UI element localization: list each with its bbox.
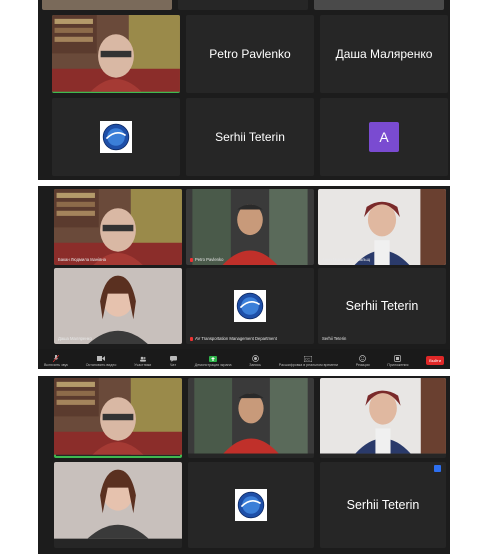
record-button[interactable]: Запись [249,355,261,369]
university-logo-icon [234,289,266,323]
unmute-button[interactable]: Включить звук [44,355,68,369]
participants-icon [139,355,147,362]
apps-button[interactable]: Приложения [387,355,408,369]
participant-label: Анна Михайлівна Вальщ [322,257,371,262]
video-tile[interactable] [178,0,308,10]
captions-icon: CC [304,355,313,362]
muted-mic-icon [190,336,193,341]
participant-label: Serhii Teterin [322,336,347,341]
chat-button[interactable]: Чат [169,355,177,369]
apps-icon [394,355,402,362]
participant-avatar: A [369,122,399,152]
video-tile-speaker[interactable] [54,378,182,458]
participant-name: Serhii Teterin [215,130,285,144]
participant-label: Бакан Людмила Іванівна [58,257,106,262]
university-logo-icon [100,120,132,154]
participant-video [54,268,182,344]
reactions-button[interactable]: Реакции [356,355,370,369]
reactions-icon [359,355,367,362]
video-tile-speaker[interactable] [52,15,180,93]
participant-tile[interactable]: Serhii Teterin [186,98,314,176]
participant-tile[interactable]: Serhii Teterin Serhii Teterin [318,268,446,344]
video-tile-speaker[interactable]: Бакан Людмила Іванівна [54,189,182,265]
video-tile[interactable]: Анна Михайлівна Вальщ [318,189,446,265]
tile-options-icon[interactable] [434,465,441,472]
video-tile[interactable] [320,378,446,458]
participant-name: Petro Pavlenko [209,47,291,61]
leave-meeting-button[interactable]: Выйти [426,356,444,365]
participant-video [188,378,314,454]
video-tile[interactable]: Даша Маляренко [54,268,182,344]
participant-name: Даша Маляренко [335,47,433,61]
participant-video [318,189,446,265]
participants-button[interactable]: Участники [134,355,151,369]
participant-tile[interactable] [52,98,180,176]
participant-label: AV Transportation Management Department [190,336,277,341]
participant-video [42,0,172,10]
meeting-screenshot-2: Бакан Людмила Іванівна Petro Pavlenko Ан… [38,186,450,369]
stop-video-button[interactable]: Остановить видео [86,355,116,369]
video-tile[interactable]: Petro Pavlenko [186,189,314,265]
participant-tile[interactable]: Petro Pavlenko [186,15,314,93]
participant-video [320,378,446,454]
meeting-screenshot-1: Petro Pavlenko Даша Маляренко Serhii Tet… [38,0,450,180]
meeting-toolbar: Включить звук Остановить видео Участники… [38,349,450,369]
university-logo-icon [235,487,267,523]
mic-icon [52,355,60,362]
muted-mic-icon [190,257,193,262]
participant-name: Serhii Teterin [346,498,420,512]
participant-video [54,462,182,539]
live-transcript-button[interactable]: CC Расшифровка в реальном времени [279,355,338,369]
participant-tile[interactable]: AV Transportation Management Department [186,268,314,344]
participant-tile[interactable]: Serhii Teterin [320,462,446,548]
participant-tile[interactable]: A [320,98,448,176]
meeting-screenshot-3: Serhii Teterin [38,376,450,554]
participant-video [54,378,182,455]
camera-icon [97,355,106,362]
participant-tile[interactable] [188,462,314,548]
participant-video [52,15,180,92]
record-icon [251,355,259,362]
participant-video [54,189,182,265]
participant-video [314,0,444,10]
participant-tile[interactable]: Даша Маляренко [320,15,448,93]
share-screen-icon [209,355,218,362]
participant-label: Petro Pavlenko [190,257,223,262]
participant-label: Даша Маляренко [58,336,92,341]
video-tile[interactable] [188,378,314,458]
video-tile[interactable] [42,0,172,10]
chat-icon [169,355,177,362]
video-tile[interactable] [54,462,182,548]
participant-name: Serhii Teterin [345,299,419,313]
share-screen-button[interactable]: Демонстрация экрана [195,355,232,369]
participant-video [186,189,314,265]
svg-text:CC: CC [305,357,311,361]
video-tile[interactable] [314,0,444,10]
